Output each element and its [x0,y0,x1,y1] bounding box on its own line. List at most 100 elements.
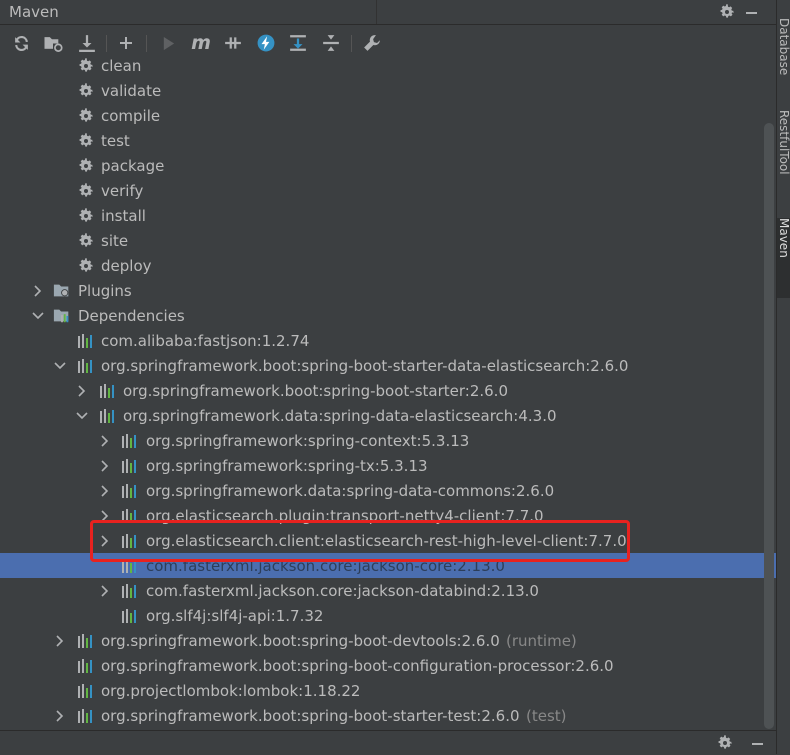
chevron-down-icon[interactable] [32,310,44,322]
gear-icon [77,107,95,125]
lifecycle-goal-row[interactable]: package [0,153,776,178]
dependency-row[interactable]: org.springframework.boot:spring-boot-sta… [0,703,776,728]
minimize-icon[interactable] [752,743,763,745]
node-label: site [101,231,129,250]
node-label: Dependencies [78,306,185,325]
gear-icon [77,57,95,75]
dependency-row[interactable]: org.springframework.data:spring-data-ela… [0,403,776,428]
chevron-right-icon[interactable] [99,484,111,497]
dependency-row[interactable]: com.alibaba:fastjson:1.2.74 [0,328,776,353]
lifecycle-goal-row[interactable]: validate [0,78,776,103]
gear-icon [77,257,95,275]
dependency-row[interactable]: org.springframework.boot:spring-boot-dev… [0,628,776,653]
library-icon [77,682,95,700]
node-label: org.springframework.boot:spring-boot-sta… [101,706,520,725]
library-icon [77,632,95,650]
lifecycle-goal-row[interactable]: clean [0,55,776,78]
gear-icon [77,157,95,175]
chevron-right-icon[interactable] [32,284,44,297]
library-icon [121,607,139,625]
node-label: install [101,206,146,225]
maven-project-tree[interactable]: clean validate compile test package verify ins… [0,55,776,730]
chevron-right-icon[interactable] [54,709,66,722]
toolbar-separator [106,35,107,52]
right-tool-window-strip: Database RestfulTool Maven [776,0,790,754]
library-icon [121,582,139,600]
show-dependencies-icon[interactable] [287,32,309,54]
gear-icon [77,132,95,150]
node-label: deploy [101,256,152,275]
gear-icon[interactable] [717,735,733,755]
chevron-right-icon[interactable] [99,459,111,472]
lifecycle-goal-row[interactable]: deploy [0,253,776,278]
tool-window-title: Maven [9,3,59,21]
node-label: org.springframework.boot:spring-boot-con… [101,656,614,675]
minimize-icon[interactable] [746,2,776,22]
toggle-offline-icon[interactable] [222,32,244,54]
dependency-row[interactable]: org.springframework.boot:spring-boot-con… [0,653,776,678]
settings-wrench-icon[interactable] [361,32,383,54]
chevron-right-icon[interactable] [99,584,111,597]
side-tab-restfultool[interactable]: RestfulTool [777,110,790,200]
node-label: org.springframework.boot:spring-boot-sta… [101,356,629,375]
chevron-down-icon[interactable] [54,360,66,372]
side-tab-maven[interactable]: Maven [777,218,790,298]
side-tab-database[interactable]: Database [777,18,790,93]
folder-icon [53,307,71,325]
node-label: package [101,156,165,175]
dependency-row[interactable]: org.springframework.boot:spring-boot-sta… [0,353,776,378]
library-icon [121,482,139,500]
dependency-row[interactable]: org.slf4j:slf4j-api:1.7.32 [0,603,776,628]
node-label: compile [101,106,161,125]
skip-tests-icon[interactable] [255,32,277,54]
node-label: org.springframework:spring-context:5.3.1… [146,431,470,450]
node-label: org.springframework.boot:spring-boot-dev… [101,631,500,650]
dependency-row[interactable]: org.springframework.boot:spring-boot-sta… [0,378,776,403]
download-icon[interactable] [76,32,98,54]
gear-icon [77,232,95,250]
node-label: org.springframework.data:spring-data-ela… [123,406,557,425]
dependency-scope: (test) [526,706,567,725]
folder-node-row[interactable]: Dependencies [0,303,776,328]
toolbar-separator [351,35,352,52]
dependency-row[interactable]: org.springframework:spring-tx:5.3.13 [0,453,776,478]
chevron-right-icon[interactable] [54,634,66,647]
node-label: com.alibaba:fastjson:1.2.74 [101,331,310,350]
lifecycle-goal-row[interactable]: verify [0,178,776,203]
folder-icon [53,282,71,300]
lifecycle-goal-row[interactable]: install [0,203,776,228]
gear-icon [77,182,95,200]
gear-icon [77,82,95,100]
add-icon[interactable] [115,32,137,54]
collapse-all-icon[interactable] [320,32,342,54]
node-label: org.projectlombok:lombok:1.18.22 [101,681,361,700]
dependency-row[interactable]: org.springframework:spring-context:5.3.1… [0,428,776,453]
node-label: validate [101,81,162,100]
dependency-row[interactable]: org.springframework.data:spring-data-com… [0,478,776,503]
gear-icon[interactable] [717,2,737,22]
library-icon [99,382,117,400]
lifecycle-goal-row[interactable]: site [0,228,776,253]
node-label: org.springframework.data:spring-data-com… [146,481,555,500]
run-icon[interactable] [157,32,179,54]
vertical-scrollbar[interactable] [764,123,774,729]
chevron-down-icon[interactable] [76,410,88,422]
generate-sources-icon[interactable] [42,32,64,54]
library-icon [77,657,95,675]
reload-all-icon[interactable] [10,32,32,54]
red-highlight-annotation [90,520,630,562]
toolbar-separator [146,35,147,52]
lifecycle-goal-row[interactable]: test [0,128,776,153]
chevron-right-icon[interactable] [99,434,111,447]
bottom-bar [0,730,776,755]
chevron-right-icon[interactable] [76,384,88,397]
lifecycle-goal-row[interactable]: compile [0,103,776,128]
library-icon [121,432,139,450]
node-label: clean [101,56,142,75]
gear-icon [77,207,95,225]
execute-goal-icon[interactable]: m [190,32,212,54]
dependency-row[interactable]: com.fasterxml.jackson.core:jackson-datab… [0,578,776,603]
folder-node-row[interactable]: Plugins [0,278,776,303]
library-icon [77,707,95,725]
dependency-row[interactable]: org.projectlombok:lombok:1.18.22 [0,678,776,703]
